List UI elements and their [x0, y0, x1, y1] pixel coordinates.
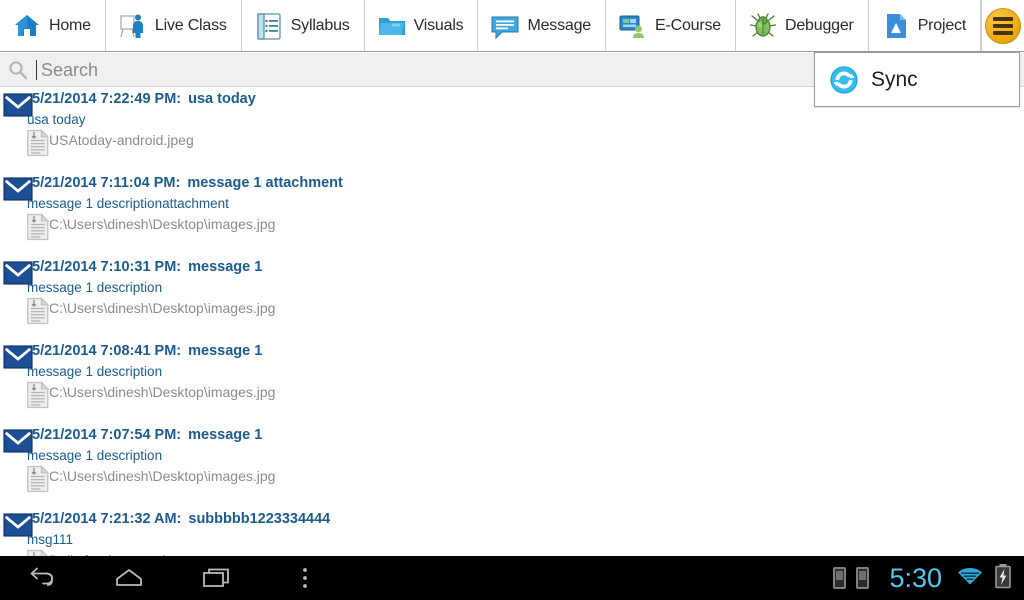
envelope-icon [3, 90, 33, 117]
visuals-folder-icon [377, 11, 407, 41]
main-toolbar: Home Live Class Syllabus Visuals Message… [0, 0, 1024, 52]
message-header: 5/21/2014 7:21:32 AM: subbbbb1223334444 [0, 508, 1024, 537]
message-attachment[interactable]: C:\Users\dinesh\Desktop\images.jpg [0, 380, 1024, 409]
message-description: message 1 descriptionattachment [27, 196, 229, 211]
attachment-name: C:\Users\dinesh\Desktop\images.jpg [49, 216, 276, 232]
live-class-icon [118, 11, 148, 41]
app-root: Home Live Class Syllabus Visuals Message… [0, 0, 1024, 600]
message-subject: subbbbb1223334444 [188, 511, 331, 527]
message-description: message 1 description [27, 280, 163, 295]
android-navigation-bar: 5:30 [0, 556, 1024, 600]
toolbar-label-syllabus: Syllabus [290, 16, 350, 34]
attachment-document-icon [24, 296, 50, 325]
toolbar-item-syllabus[interactable]: Syllabus [241, 0, 365, 51]
message-timestamp: 5/21/2014 7:11:04 PM: [32, 175, 181, 191]
message-description: usa today [27, 112, 86, 127]
sim-card-icon [856, 567, 870, 589]
toolbar-item-live-class[interactable]: Live Class [105, 0, 242, 51]
message-timestamp: 5/21/2014 7:21:32 AM: [32, 511, 182, 527]
message-header: 5/21/2014 7:10:31 PM: message 1 [0, 256, 1024, 285]
overflow-menu-icon[interactable] [288, 561, 322, 595]
home-icon [12, 11, 42, 41]
envelope-icon [3, 426, 33, 453]
battery-charging-icon [994, 563, 1012, 594]
envelope-icon [3, 342, 33, 369]
sync-icon [829, 65, 859, 95]
attachment-name: C:\Users\dinesh\Desktop\images.jpg [49, 384, 276, 400]
toolbar-menu-button[interactable] [982, 0, 1024, 51]
search-icon [0, 60, 36, 80]
wifi-icon [956, 565, 984, 592]
message-attachment[interactable]: Daily feed report.xlsx [0, 548, 1024, 556]
toolbar-label-visuals: Visuals [413, 16, 464, 34]
message-subject: message 1 [188, 427, 263, 443]
envelope-icon [3, 174, 33, 201]
toolbar-label-message: Message [527, 16, 592, 34]
message-subject: message 1 [188, 259, 263, 275]
message-list-item[interactable]: 5/21/2014 7:10:31 PM: message 1 message … [0, 256, 1024, 340]
toolbar-item-home[interactable]: Home [0, 0, 106, 51]
sync-menu-item[interactable]: Sync [814, 52, 1020, 107]
syllabus-icon [254, 11, 284, 41]
envelope-icon [3, 258, 33, 285]
status-icons-group: 5:30 [833, 563, 1024, 594]
toolbar-label-home: Home [49, 16, 91, 34]
e-course-icon [618, 11, 648, 41]
toolbar-item-debugger[interactable]: Debugger [736, 0, 869, 51]
toolbar-label-debugger: Debugger [785, 16, 854, 34]
message-description: message 1 description [27, 448, 163, 463]
message-description: message 1 description [27, 364, 163, 379]
toolbar-label-live-class: Live Class [154, 16, 227, 34]
message-timestamp: 5/21/2014 7:08:41 PM: [32, 343, 182, 359]
hamburger-menu-icon[interactable] [985, 7, 1022, 44]
message-subject: message 1 [188, 343, 263, 359]
attachment-name: C:\Users\dinesh\Desktop\images.jpg [49, 468, 276, 484]
attachment-document-icon [24, 548, 48, 556]
message-timestamp: 5/21/2014 7:10:31 PM: [32, 259, 182, 275]
nav-buttons-group [0, 561, 322, 595]
message-list-item[interactable]: 5/21/2014 7:21:32 AM: subbbbb1223334444 … [0, 508, 1024, 556]
message-list-item[interactable]: 5/21/2014 7:08:41 PM: message 1 message … [0, 340, 1024, 424]
attachment-name: USAtoday-android.jpeg [49, 132, 194, 148]
sync-label: Sync [871, 67, 918, 91]
toolbar-item-e-course[interactable]: E-Course [606, 0, 736, 51]
message-subject: usa today [188, 91, 256, 107]
message-attachment[interactable]: USAtoday-android.jpeg [0, 128, 1024, 157]
home-nav-icon[interactable] [112, 561, 146, 595]
message-list-item[interactable]: 5/21/2014 7:11:04 PM: message 1 attachme… [0, 172, 1024, 256]
message-list[interactable]: 5/21/2014 7:22:49 PM: usa today usa toda… [0, 88, 1024, 556]
message-header: 5/21/2014 7:11:04 PM: message 1 attachme… [0, 172, 1024, 201]
envelope-icon [3, 510, 33, 537]
message-attachment[interactable]: C:\Users\dinesh\Desktop\images.jpg [0, 296, 1024, 325]
attachment-document-icon [24, 128, 50, 157]
attachment-document-icon [24, 380, 50, 409]
attachment-document-icon [24, 212, 50, 241]
toolbar-item-message[interactable]: Message [478, 0, 607, 51]
message-header: 5/21/2014 7:07:54 PM: message 1 [0, 424, 1024, 453]
back-icon[interactable] [24, 561, 58, 595]
sim-card-icon [833, 567, 847, 589]
message-subject: message 1 attachment [187, 175, 343, 191]
toolbar-item-project[interactable]: Project [868, 0, 982, 51]
message-header: 5/21/2014 7:08:41 PM: message 1 [0, 340, 1024, 369]
toolbar-item-visuals[interactable]: Visuals [364, 0, 479, 51]
attachment-document-icon [24, 464, 50, 493]
status-clock: 5:30 [889, 562, 942, 593]
message-attachment[interactable]: C:\Users\dinesh\Desktop\images.jpg [0, 464, 1024, 493]
message-timestamp: 5/21/2014 7:22:49 PM: [32, 91, 182, 107]
recent-apps-icon[interactable] [200, 561, 234, 595]
toolbar-label-project: Project [917, 16, 967, 34]
message-icon [490, 11, 520, 41]
message-list-item[interactable]: 5/21/2014 7:07:54 PM: message 1 message … [0, 424, 1024, 508]
attachment-name: C:\Users\dinesh\Desktop\images.jpg [49, 300, 276, 316]
message-timestamp: 5/21/2014 7:07:54 PM: [32, 427, 182, 443]
message-description: msg111 [27, 532, 74, 547]
message-attachment[interactable]: C:\Users\dinesh\Desktop\images.jpg [0, 212, 1024, 241]
search-text-caret [36, 59, 37, 80]
project-icon [881, 11, 911, 41]
toolbar-label-e-course: E-Course [655, 16, 721, 34]
debugger-bug-icon [748, 11, 778, 41]
